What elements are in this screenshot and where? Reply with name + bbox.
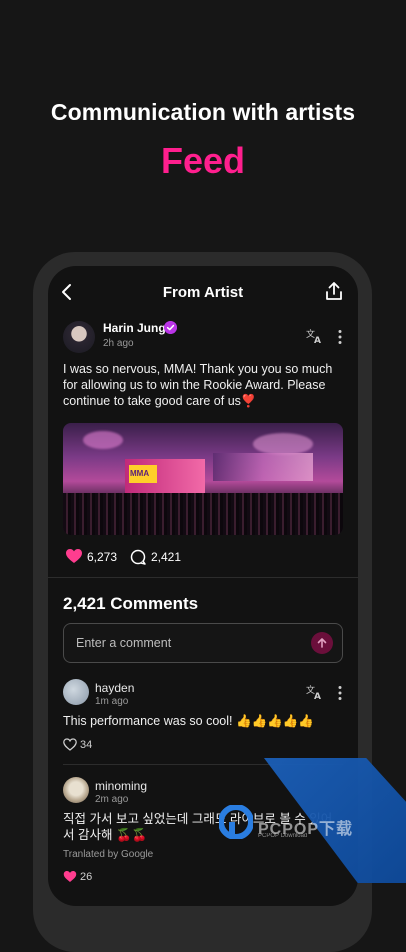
comment-icon[interactable] <box>130 549 146 565</box>
share-icon[interactable] <box>324 280 344 302</box>
like-count: 6,273 <box>87 550 118 564</box>
post-text: I was so nervous, MMA! Thank you you so … <box>63 362 333 408</box>
more-options-icon[interactable] <box>338 329 342 345</box>
post-stats: 6,273 2,421 <box>63 547 343 567</box>
more-options-icon[interactable] <box>338 685 342 701</box>
svg-text:A: A <box>314 336 321 344</box>
heart-outline-icon[interactable] <box>63 738 77 751</box>
comment-count: 2,421 <box>151 550 182 564</box>
svg-text:A: A <box>314 692 321 700</box>
promo-headline: Communication with artists <box>50 99 356 125</box>
translated-label: Tranlated by Google <box>63 849 154 860</box>
crowd-shape <box>63 493 343 535</box>
page-title: From Artist <box>162 284 244 301</box>
commenter-avatar[interactable] <box>63 679 89 705</box>
comment-like-count: 26 <box>80 871 93 883</box>
arrow-up-icon <box>317 638 327 648</box>
top-nav: From Artist <box>48 278 358 308</box>
comment-text: This performance was so cool! 👍👍👍👍👍 <box>63 714 314 728</box>
translate-icon[interactable]: 文 A <box>306 328 324 344</box>
promo-title: Feed <box>160 140 246 181</box>
heart-icon[interactable] <box>63 870 77 883</box>
commenter-avatar[interactable] <box>63 777 89 803</box>
watermark-logo-icon <box>219 805 253 839</box>
heart-icon[interactable] <box>65 548 83 564</box>
comments-title: 2,421 Comments <box>63 594 199 613</box>
comment-input-placeholder: Enter a comment <box>76 636 172 650</box>
comment-like-count: 34 <box>80 739 93 751</box>
comment-input[interactable]: Enter a comment <box>63 623 343 663</box>
comment-time: 2m ago <box>95 794 129 805</box>
verified-badge-icon <box>164 321 177 334</box>
translate-icon[interactable]: 文 A <box>306 684 324 700</box>
send-button[interactable] <box>311 632 333 654</box>
post-time: 2h ago <box>103 338 134 349</box>
commenter-name[interactable]: minoming <box>95 779 147 793</box>
post-image[interactable]: MMA <box>63 423 343 535</box>
watermark-subtext: PCPOP Download <box>258 833 308 839</box>
comment-time: 1m ago <box>95 696 129 707</box>
stage-label: MMA <box>130 469 150 478</box>
artist-avatar[interactable] <box>63 321 95 353</box>
commenter-name[interactable]: hayden <box>95 681 134 695</box>
divider <box>48 577 358 578</box>
artist-name[interactable]: Harin Jung <box>103 321 166 335</box>
